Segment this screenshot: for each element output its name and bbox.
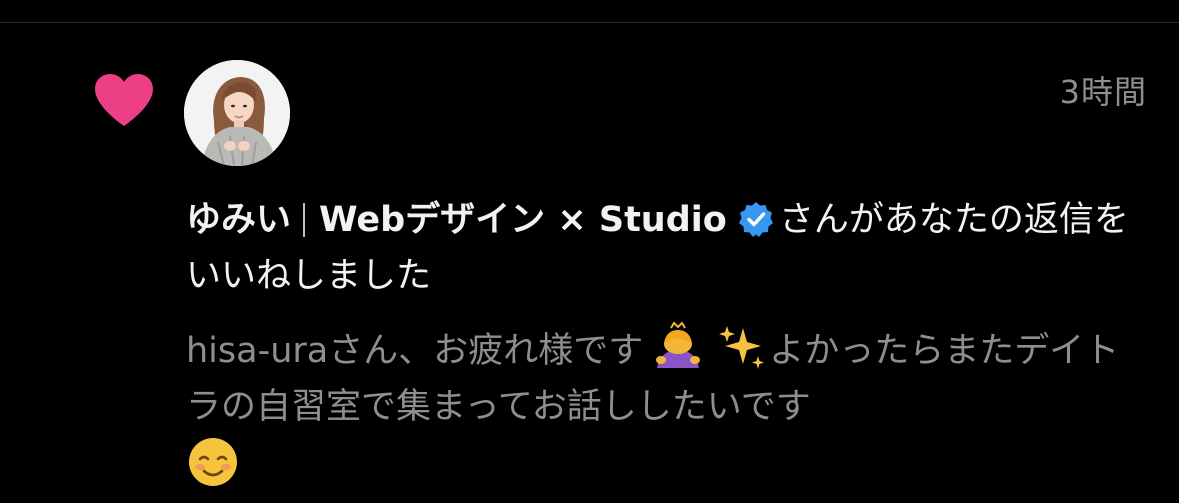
- avatar-image: [184, 60, 290, 166]
- comment-preview[interactable]: hisa-uraさん、お疲れ様です よかったらまたデイトラの自習室で集まってお話し…: [186, 322, 1146, 494]
- username[interactable]: ゆみい: [186, 200, 291, 240]
- heart-icon: [95, 74, 153, 126]
- display-name[interactable]: Webデザイン × Studio: [319, 200, 727, 240]
- comment-text-part1: hisa-uraさん、お疲れ様です: [186, 331, 644, 371]
- top-divider: [0, 22, 1179, 23]
- sparkles-emoji: [719, 326, 765, 369]
- name-separator: [303, 203, 306, 237]
- timestamp: 3時間: [1059, 73, 1147, 111]
- avatar[interactable]: [184, 60, 290, 166]
- notification-text: ゆみい Webデザイン × Studio さんがあなたの返信をいいねしました: [186, 192, 1136, 304]
- smiling-face-emoji: [189, 438, 237, 486]
- verified-badge-icon: [738, 202, 773, 237]
- person-bowing-emoji: [656, 322, 701, 368]
